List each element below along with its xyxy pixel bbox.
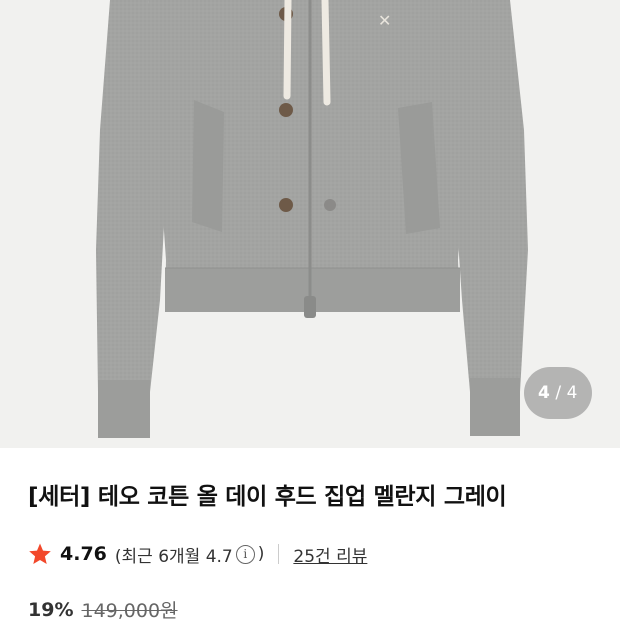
star-icon (29, 543, 51, 564)
rating-row: 4.76 (최근 6개월 4.7 i ) 25건 리뷰 (28, 540, 367, 568)
discount-rate: 19% (28, 598, 74, 621)
product-title: [세터] 테오 코튼 올 데이 후드 집업 멜란지 그레이 (28, 484, 507, 510)
rating-score: 4.76 (60, 543, 107, 565)
image-counter: 4 / 4 (524, 367, 592, 419)
image-counter-current: 4 (538, 383, 551, 403)
divider (278, 544, 280, 564)
image-counter-separator: / (555, 383, 562, 403)
product-image[interactable]: ✕ 4 / 4 (0, 0, 620, 448)
image-counter-total: 4 (566, 383, 578, 403)
info-icon[interactable]: i (235, 544, 255, 564)
price-row: 19% 149,000원 (28, 596, 178, 623)
original-price: 149,000원 (81, 600, 178, 622)
recent-rating: (최근 6개월 4.7 i ) (115, 542, 265, 567)
svg-text:✕: ✕ (378, 11, 391, 30)
recent-rating-suffix: ) (257, 544, 265, 564)
recent-rating-prefix: (최근 6개월 4.7 (114, 546, 233, 567)
reviews-link[interactable]: 25건 리뷰 (293, 542, 367, 567)
